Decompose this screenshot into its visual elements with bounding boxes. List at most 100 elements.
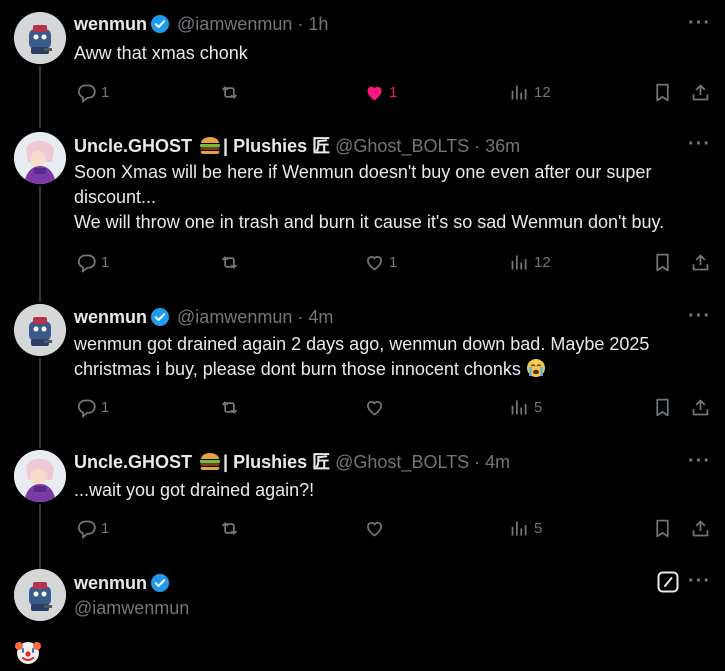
avatar[interactable] [14,569,66,621]
more-options-icon[interactable]: ··· [688,12,711,35]
composer-header: wenmun [74,572,172,594]
heart-icon [367,522,382,537]
thread-line [39,358,41,448]
display-name[interactable]: Uncle.GHOST [74,452,192,472]
timestamp[interactable]: · 4m [474,452,510,472]
share-button[interactable] [690,518,711,539]
bookmark-icon [656,398,669,417]
heart-filled-icon [367,86,382,101]
repost-button[interactable] [219,252,240,273]
reply-button[interactable]: 1 [76,397,109,418]
views-button[interactable]: 12 [509,252,551,273]
display-name-suffix[interactable]: | Plushies 匠 [223,136,330,156]
like-count: 1 [389,84,398,101]
reply-icon [77,520,96,539]
share-icon [692,254,709,271]
bookmark-icon [656,83,669,102]
like-button[interactable] [364,518,385,539]
tweet-text-line: We will throw one in trash and burn it c… [74,212,665,232]
avatar[interactable] [14,450,66,502]
display-name[interactable]: wenmun [74,14,147,34]
tweet-text-line: wenmun got drained again 2 days ago, wen… [74,334,650,354]
like-button[interactable]: 1 [364,252,397,273]
reply-icon [77,399,96,418]
tweet-text: ...wait you got drained again?! [74,478,703,503]
thread-line [39,504,41,570]
tweet-text-line: christmas i buy, please dont burn those … [74,359,521,379]
timestamp[interactable]: · 36m [474,136,520,156]
handle[interactable]: @iamwenmun [177,14,292,34]
repost-button[interactable] [219,518,240,539]
display-name[interactable]: wenmun [74,573,147,593]
thread-line [39,66,41,128]
view-count: 5 [534,399,543,416]
verified-badge-icon [150,307,170,327]
tweet-text-line: Soon Xmas will be here if Wenmun doesn't… [74,162,652,182]
bookmark-button[interactable] [652,397,673,418]
display-name[interactable]: Uncle.GHOST [74,136,192,156]
more-options-icon[interactable]: ··· [688,305,711,328]
reply-button[interactable]: 1 [76,252,109,273]
clown-emoji-icon [14,638,42,666]
bookmark-icon [656,519,669,538]
bookmark-button[interactable] [652,82,673,103]
reply-icon [77,84,96,103]
share-button[interactable] [690,397,711,418]
handle[interactable]: @Ghost_BOLTS [335,136,469,156]
views-button[interactable]: 5 [509,397,542,418]
verified-badge-icon [150,573,170,593]
tweet-header: wenmun @iamwenmun · 1h [74,13,328,35]
bookmark-button[interactable] [652,518,673,539]
views-button[interactable]: 5 [509,518,542,539]
views-icon [511,400,527,415]
handle[interactable]: @iamwenmun [74,598,189,618]
like-button[interactable] [364,397,385,418]
tweet-text-line: discount... [74,187,157,207]
repost-button[interactable] [219,397,240,418]
bookmark-button[interactable] [652,252,673,273]
handle[interactable]: @Ghost_BOLTS [335,452,469,472]
reply-count: 1 [101,399,110,416]
repost-icon [221,86,238,99]
share-button[interactable] [690,82,711,103]
more-options-icon[interactable]: ··· [688,570,711,593]
repost-button[interactable] [219,82,240,103]
avatar[interactable] [14,304,66,356]
heart-icon [367,256,382,271]
avatar[interactable] [14,132,66,184]
reply-button[interactable]: 1 [76,82,109,103]
edit-icon[interactable] [656,570,680,594]
share-button[interactable] [690,252,711,273]
repost-icon [221,401,238,414]
tweet-text: Soon Xmas will be here if Wenmun doesn't… [74,160,703,235]
thread-line [39,186,41,302]
reply-button[interactable]: 1 [76,518,109,539]
reply-count: 1 [101,520,110,537]
avatar[interactable] [14,12,66,64]
display-name-suffix[interactable]: | Plushies 匠 [223,452,330,472]
tweet-header: Uncle.GHOST | Plushies 匠 @Ghost_BOLTS · … [74,135,520,157]
display-name[interactable]: wenmun [74,307,147,327]
more-options-icon[interactable]: ··· [688,133,711,156]
crying-emoji-icon [526,358,546,378]
reply-icon [77,254,96,273]
view-count: 5 [534,520,543,537]
views-button[interactable]: 12 [509,82,551,103]
views-icon [511,85,527,100]
handle[interactable]: @iamwenmun [177,307,292,327]
share-icon [692,84,709,101]
timestamp[interactable]: · 4m [297,307,333,327]
view-count: 12 [534,84,551,101]
heart-icon [367,401,382,416]
timestamp[interactable]: · 1h [297,14,328,34]
verified-badge-icon [150,14,170,34]
like-button[interactable]: 1 [364,82,397,103]
views-icon [511,521,527,536]
repost-icon [221,256,238,269]
like-count: 1 [389,254,398,271]
share-icon [692,520,709,537]
more-options-icon[interactable]: ··· [688,450,711,473]
tweet-text-line: ...wait you got drained again?! [74,480,315,500]
reply-count: 1 [101,254,110,271]
tweet-text: Aww that xmas chonk [74,41,703,66]
